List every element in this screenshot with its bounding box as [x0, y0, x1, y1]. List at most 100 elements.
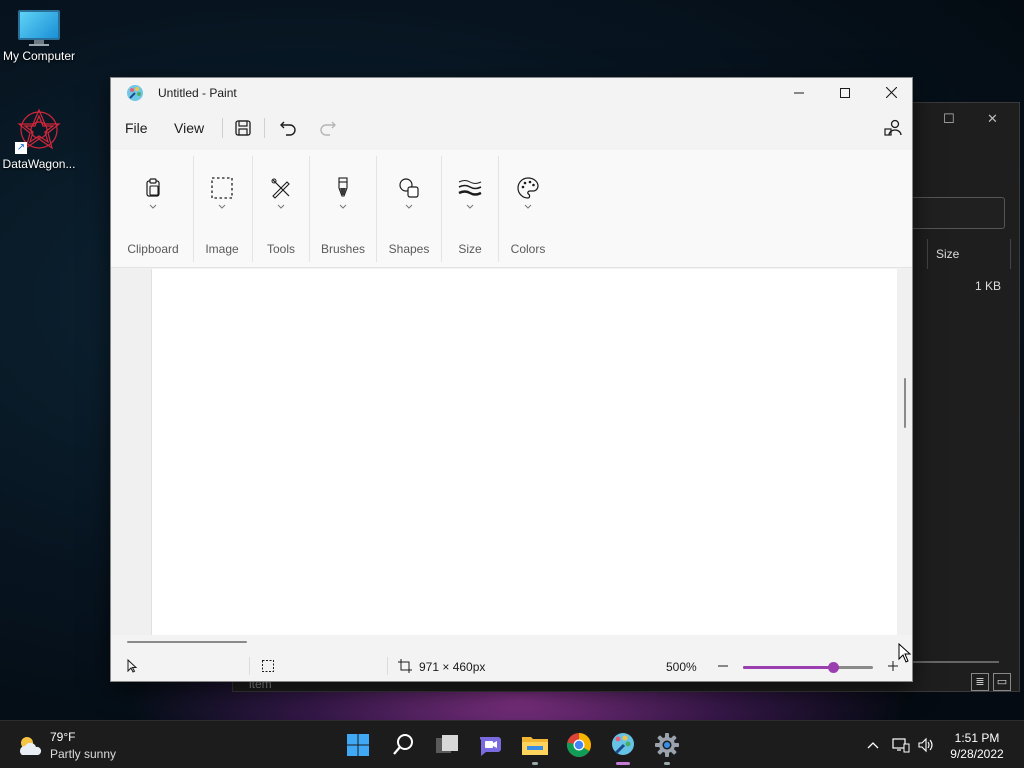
ribbon-group-label: Image — [205, 242, 239, 256]
running-indicator — [532, 762, 538, 765]
file-size-cell: 1 KB — [974, 279, 1001, 293]
start-button[interactable] — [342, 729, 374, 761]
tiles-view-icon[interactable]: ▭ — [993, 673, 1011, 691]
weather-condition: Partly sunny — [50, 747, 117, 761]
ribbon-group-shapes[interactable]: Shapes — [379, 150, 439, 268]
maximize-icon — [840, 88, 850, 98]
maximize-button[interactable] — [822, 78, 868, 108]
chevron-up-icon[interactable] — [864, 737, 882, 753]
zoom-out-icon[interactable] — [716, 659, 730, 673]
close-icon — [885, 86, 897, 99]
maximize-icon[interactable]: ☐ — [943, 111, 955, 127]
clipboard-icon — [146, 178, 160, 197]
file-explorer-button[interactable] — [519, 729, 551, 765]
scrollbar[interactable] — [913, 661, 999, 663]
undo-icon[interactable] — [276, 116, 300, 140]
shapes-icon — [399, 178, 419, 198]
ribbon-separator — [193, 156, 194, 262]
desktop-icon-datawagon[interactable]: ↗ DataWagon... — [0, 106, 78, 171]
paint-window: Untitled - Paint File View Clipboard Ima… — [110, 77, 913, 682]
file-explorer-icon — [522, 737, 548, 755]
ribbon-group-label: Clipboard — [127, 242, 179, 256]
canvas-size-text: 971 × 460px — [419, 660, 486, 674]
system-clock[interactable]: 1:51 PM 9/28/2022 — [940, 730, 1014, 762]
ribbon-group-colors[interactable]: Colors — [501, 150, 555, 268]
minimize-icon — [794, 92, 804, 94]
drawing-canvas[interactable] — [151, 269, 897, 635]
zoom-level-text[interactable]: 500% — [666, 660, 697, 674]
save-icon[interactable] — [231, 116, 255, 140]
clock-date: 9/28/2022 — [950, 747, 1004, 761]
ribbon-group-image[interactable]: Image — [195, 150, 249, 268]
ribbon-group-brushes[interactable]: Brushes — [313, 150, 373, 268]
ribbon-group-label: Size — [458, 242, 482, 256]
active-indicator — [616, 762, 630, 765]
details-view-icon[interactable]: ≣ — [971, 673, 989, 691]
menu-separator — [222, 118, 223, 138]
running-indicator — [664, 762, 670, 765]
paint-taskbar-button[interactable] — [607, 729, 639, 765]
chevron-down-icon — [218, 204, 226, 209]
close-button[interactable] — [868, 78, 914, 108]
network-icon[interactable] — [892, 737, 910, 753]
computer-icon — [18, 10, 60, 46]
status-separator — [387, 657, 388, 675]
chevron-down-icon — [405, 204, 413, 209]
ribbon: Clipboard Image Tools Brushes Shapes Siz… — [111, 150, 912, 268]
clock-time: 1:51 PM — [954, 731, 1000, 745]
zoom-slider[interactable] — [743, 662, 873, 673]
menu-bar: File View — [111, 110, 912, 146]
settings-icon — [655, 733, 679, 757]
title-bar[interactable]: Untitled - Paint — [111, 78, 912, 108]
stroke-size-icon — [458, 180, 482, 196]
ribbon-group-clipboard[interactable]: Clipboard — [121, 150, 185, 268]
cursor-position-icon — [127, 659, 138, 673]
paint-icon — [612, 733, 634, 755]
brush-icon — [338, 177, 348, 197]
minimize-button[interactable] — [776, 78, 822, 108]
start-icon — [347, 734, 369, 756]
status-separator — [249, 657, 250, 675]
task-view-icon — [436, 735, 458, 753]
selection-icon — [211, 177, 233, 199]
canvas-size-icon — [398, 659, 412, 673]
vertical-scrollbar[interactable] — [904, 378, 906, 428]
chevron-down-icon — [339, 204, 347, 209]
ribbon-separator — [441, 156, 442, 262]
tools-icon — [271, 178, 290, 199]
ribbon-group-label: Colors — [510, 242, 546, 256]
redo-icon[interactable] — [316, 116, 340, 140]
menu-view[interactable]: View — [174, 120, 204, 136]
weather-temperature: 79°F — [50, 730, 76, 744]
desktop-icon-my-computer[interactable]: My Computer — [0, 10, 78, 63]
ribbon-group-tools[interactable]: Tools — [254, 150, 308, 268]
window-title: Untitled - Paint — [158, 86, 237, 100]
chrome-button[interactable] — [563, 729, 595, 761]
desktop-icon-label: DataWagon... — [2, 157, 76, 171]
ribbon-group-size[interactable]: Size — [443, 150, 497, 268]
palette-icon — [517, 177, 539, 199]
shortcut-arrow-icon: ↗ — [15, 142, 27, 154]
zoom-slider-thumb[interactable] — [827, 662, 839, 673]
search-button[interactable] — [387, 729, 419, 761]
taskbar: 79°F Partly sunny 1:51 PM 9/28/2022 — [0, 720, 1024, 768]
volume-icon[interactable] — [918, 737, 936, 753]
search-icon — [393, 734, 413, 755]
column-header-size[interactable]: Size — [927, 239, 1011, 269]
menu-file[interactable]: File — [125, 120, 148, 136]
chevron-down-icon — [149, 204, 157, 209]
chevron-down-icon — [277, 204, 285, 209]
selection-size-icon — [262, 660, 274, 672]
close-icon[interactable]: ✕ — [987, 111, 998, 127]
horizontal-scrollbar[interactable] — [127, 641, 247, 643]
ribbon-group-label: Tools — [266, 242, 295, 256]
chat-button[interactable] — [475, 729, 507, 761]
settings-button[interactable] — [651, 729, 683, 765]
status-bar: 971 × 460px 500% — [111, 651, 912, 681]
menu-separator — [264, 118, 265, 138]
chrome-icon — [566, 733, 591, 757]
ribbon-separator — [498, 156, 499, 262]
task-view-button[interactable] — [431, 729, 463, 761]
account-icon[interactable] — [881, 116, 905, 140]
chevron-down-icon — [524, 204, 532, 209]
